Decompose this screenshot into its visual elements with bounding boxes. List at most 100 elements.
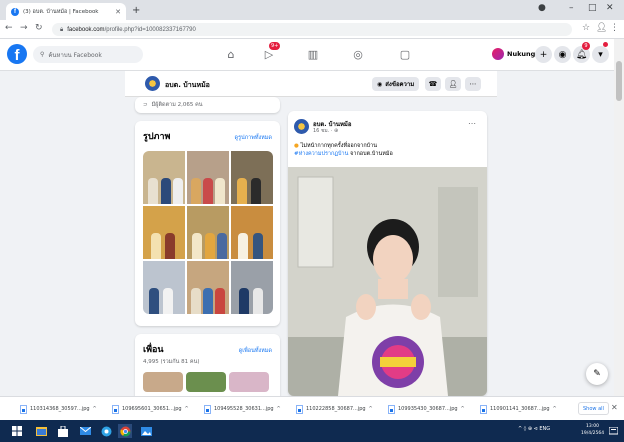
watch-video-icon[interactable]: ▷ [262,48,276,62]
chrome-icon[interactable] [118,424,132,438]
new-tab-button[interactable]: + [132,5,140,16]
photo-thumbnail[interactable] [231,261,273,314]
new-message-button[interactable]: ✎ [586,363,608,385]
chevron-up-icon[interactable]: ^ [93,406,97,412]
page-name[interactable]: อบต. บ้านหม้อ [165,80,210,91]
chevron-up-icon[interactable]: ^ [461,406,465,412]
forward-arrow-icon[interactable]: → [20,23,28,33]
photo-thumbnail[interactable] [187,151,229,204]
chevron-up-icon[interactable]: ^ [185,406,189,412]
see-all-photos-link[interactable]: ดูรูปภาพทั้งหมด [235,134,273,142]
post-hashtag[interactable]: #ห่างความปรากฏบ้าน [294,151,348,157]
star-bookmark-icon[interactable]: ☆ [582,23,590,33]
download-item[interactable]: 110314368_30597...jpg ^ [20,403,97,415]
address-bar-row: ← → ↻ 🔒︎ facebook.com/profile.php?id=100… [0,20,624,39]
chevron-up-icon[interactable]: ^ [369,406,373,412]
left-column: ⊃ มีผู้ติดตาม 2,065 คน รูปภาพ ดูรูปภาพทั… [135,97,280,404]
photo-thumbnail[interactable] [187,206,229,259]
friends-count: 4,995 (รวมกัน 81 คน) [143,359,200,365]
user-name: Nukung [507,50,536,58]
url-field[interactable]: 🔒︎ facebook.com/profile.php?id=100082337… [52,23,572,36]
post-line-2: จากอบต.บ้านหม้อ [348,151,393,157]
photos-app-icon[interactable] [139,424,153,438]
clock-time: 13:00 [586,424,600,429]
photo-thumbnail[interactable] [143,206,185,259]
show-all-downloads-button[interactable]: Show all [578,402,609,415]
facebook-favicon-icon: f [11,7,19,16]
post-author-avatar[interactable] [294,119,309,134]
browser-tab[interactable]: f (3) อบต. บ้านหม้อ | Facebook ✕ [6,3,126,20]
tab-close-icon[interactable]: ✕ [115,8,121,16]
more-options-button[interactable]: ⋯ [465,77,481,91]
marketplace-icon[interactable]: ▥ [306,48,320,62]
video-badge: 9+ [269,42,281,50]
image-file-icon [112,404,119,414]
download-filename: 109935430_30687...jpg [398,406,458,412]
notification-center-icon[interactable] [606,424,620,438]
page-scrollbar[interactable] [614,39,624,396]
photo-thumbnail[interactable] [143,261,185,314]
url-host: facebook.com [67,26,105,33]
photos-title: รูปภาพ [143,132,171,142]
photo-thumbnail[interactable] [231,206,273,259]
rss-icon: ⊃ [143,102,148,108]
download-item[interactable]: 110901141_30687...jpg ^ [480,403,557,415]
friend-thumbnail[interactable] [143,372,183,392]
friend-thumbnail[interactable] [229,372,269,392]
browser-tab-strip: f (3) อบต. บ้านหม้อ | Facebook ✕ + ● – □… [0,0,624,20]
messenger-icon[interactable]: ◉ [554,46,571,63]
account-icon[interactable]: 👤︎ [596,23,607,33]
send-message-button[interactable]: ◉ ส่งข้อความ [372,77,420,91]
post-more-icon[interactable]: ⋯ [468,119,476,128]
close-window-button[interactable]: ✕ [606,3,614,13]
account-menu-caret-icon[interactable]: ▾ [592,46,609,63]
clock[interactable]: 13:00 19/4/2564 [581,423,604,437]
minimize-button[interactable]: – [569,3,574,13]
facebook-logo-icon[interactable]: f [7,44,27,64]
image-file-icon [20,404,27,414]
windows-taskbar: ^ ◊ ⊕ ⊲ ENG 13:00 19/4/2564 [0,420,624,442]
download-filename: 110314368_30597...jpg [30,406,90,412]
page-avatar[interactable] [145,76,160,91]
photo-thumbnail[interactable] [231,151,273,204]
friend-button[interactable]: 👤︎ [445,77,461,91]
post-video[interactable] [288,167,487,396]
gaming-icon[interactable]: ▢ [398,48,412,62]
create-plus-button[interactable]: + [535,46,552,63]
system-tray[interactable]: ^ ◊ ⊕ ⊲ ENG [518,426,550,432]
download-item[interactable]: 109495528_30631...jpg ^ [204,403,281,415]
groups-icon[interactable]: ◎ [351,48,365,62]
maximize-button[interactable]: □ [588,3,597,13]
photo-grid [143,151,273,314]
windows-start-icon[interactable] [10,424,24,438]
post-line-1: ไม่หน้ากากทุกครั้งที่ออกจากบ้าน [300,143,377,149]
download-item[interactable]: 109935430_30687...jpg ^ [388,403,465,415]
chevron-up-icon[interactable]: ^ [553,406,557,412]
store-icon[interactable] [56,424,70,438]
see-all-friends-link[interactable]: ดูเพื่อนทั้งหมด [239,347,272,355]
post-timestamp[interactable]: 16 ชม. · ⊕ [313,127,338,135]
mail-icon[interactable] [78,424,92,438]
download-item[interactable]: 109695601_30651...jpg ^ [112,403,189,415]
scrollbar-thumb[interactable] [616,61,622,101]
back-arrow-icon[interactable]: ← [5,23,13,33]
task-view-icon[interactable] [34,424,48,438]
menu-dots-icon[interactable]: ⋮ [610,23,619,33]
download-item[interactable]: 110222858_30687...jpg ^ [296,403,373,415]
facebook-top-nav: f ⚲ ค้นหาบน Facebook ⌂ ▷ 9+ ▥ ◎ ▢ Nukung… [0,39,614,71]
profile-chip[interactable]: Nukung [492,48,535,60]
edge-browser-icon[interactable] [99,424,113,438]
search-placeholder: ค้นหาบน Facebook [48,51,102,59]
reload-icon[interactable]: ↻ [35,23,43,33]
photo-thumbnail[interactable] [187,261,229,314]
photo-thumbnail[interactable] [143,151,185,204]
facebook-search-input[interactable]: ⚲ ค้นหาบน Facebook [33,46,143,63]
send-message-label: ส่งข้อความ [385,81,415,88]
followers-row: ⊃ มีผู้ติดตาม 2,065 คน [135,97,280,113]
friend-thumbnail[interactable] [186,372,226,392]
close-downloads-icon[interactable]: ✕ [611,403,618,412]
call-button[interactable]: ☎ [425,77,441,91]
profile-circle-icon[interactable]: ● [538,3,546,13]
chevron-up-icon[interactable]: ^ [277,406,281,412]
home-icon[interactable]: ⌂ [224,48,238,62]
